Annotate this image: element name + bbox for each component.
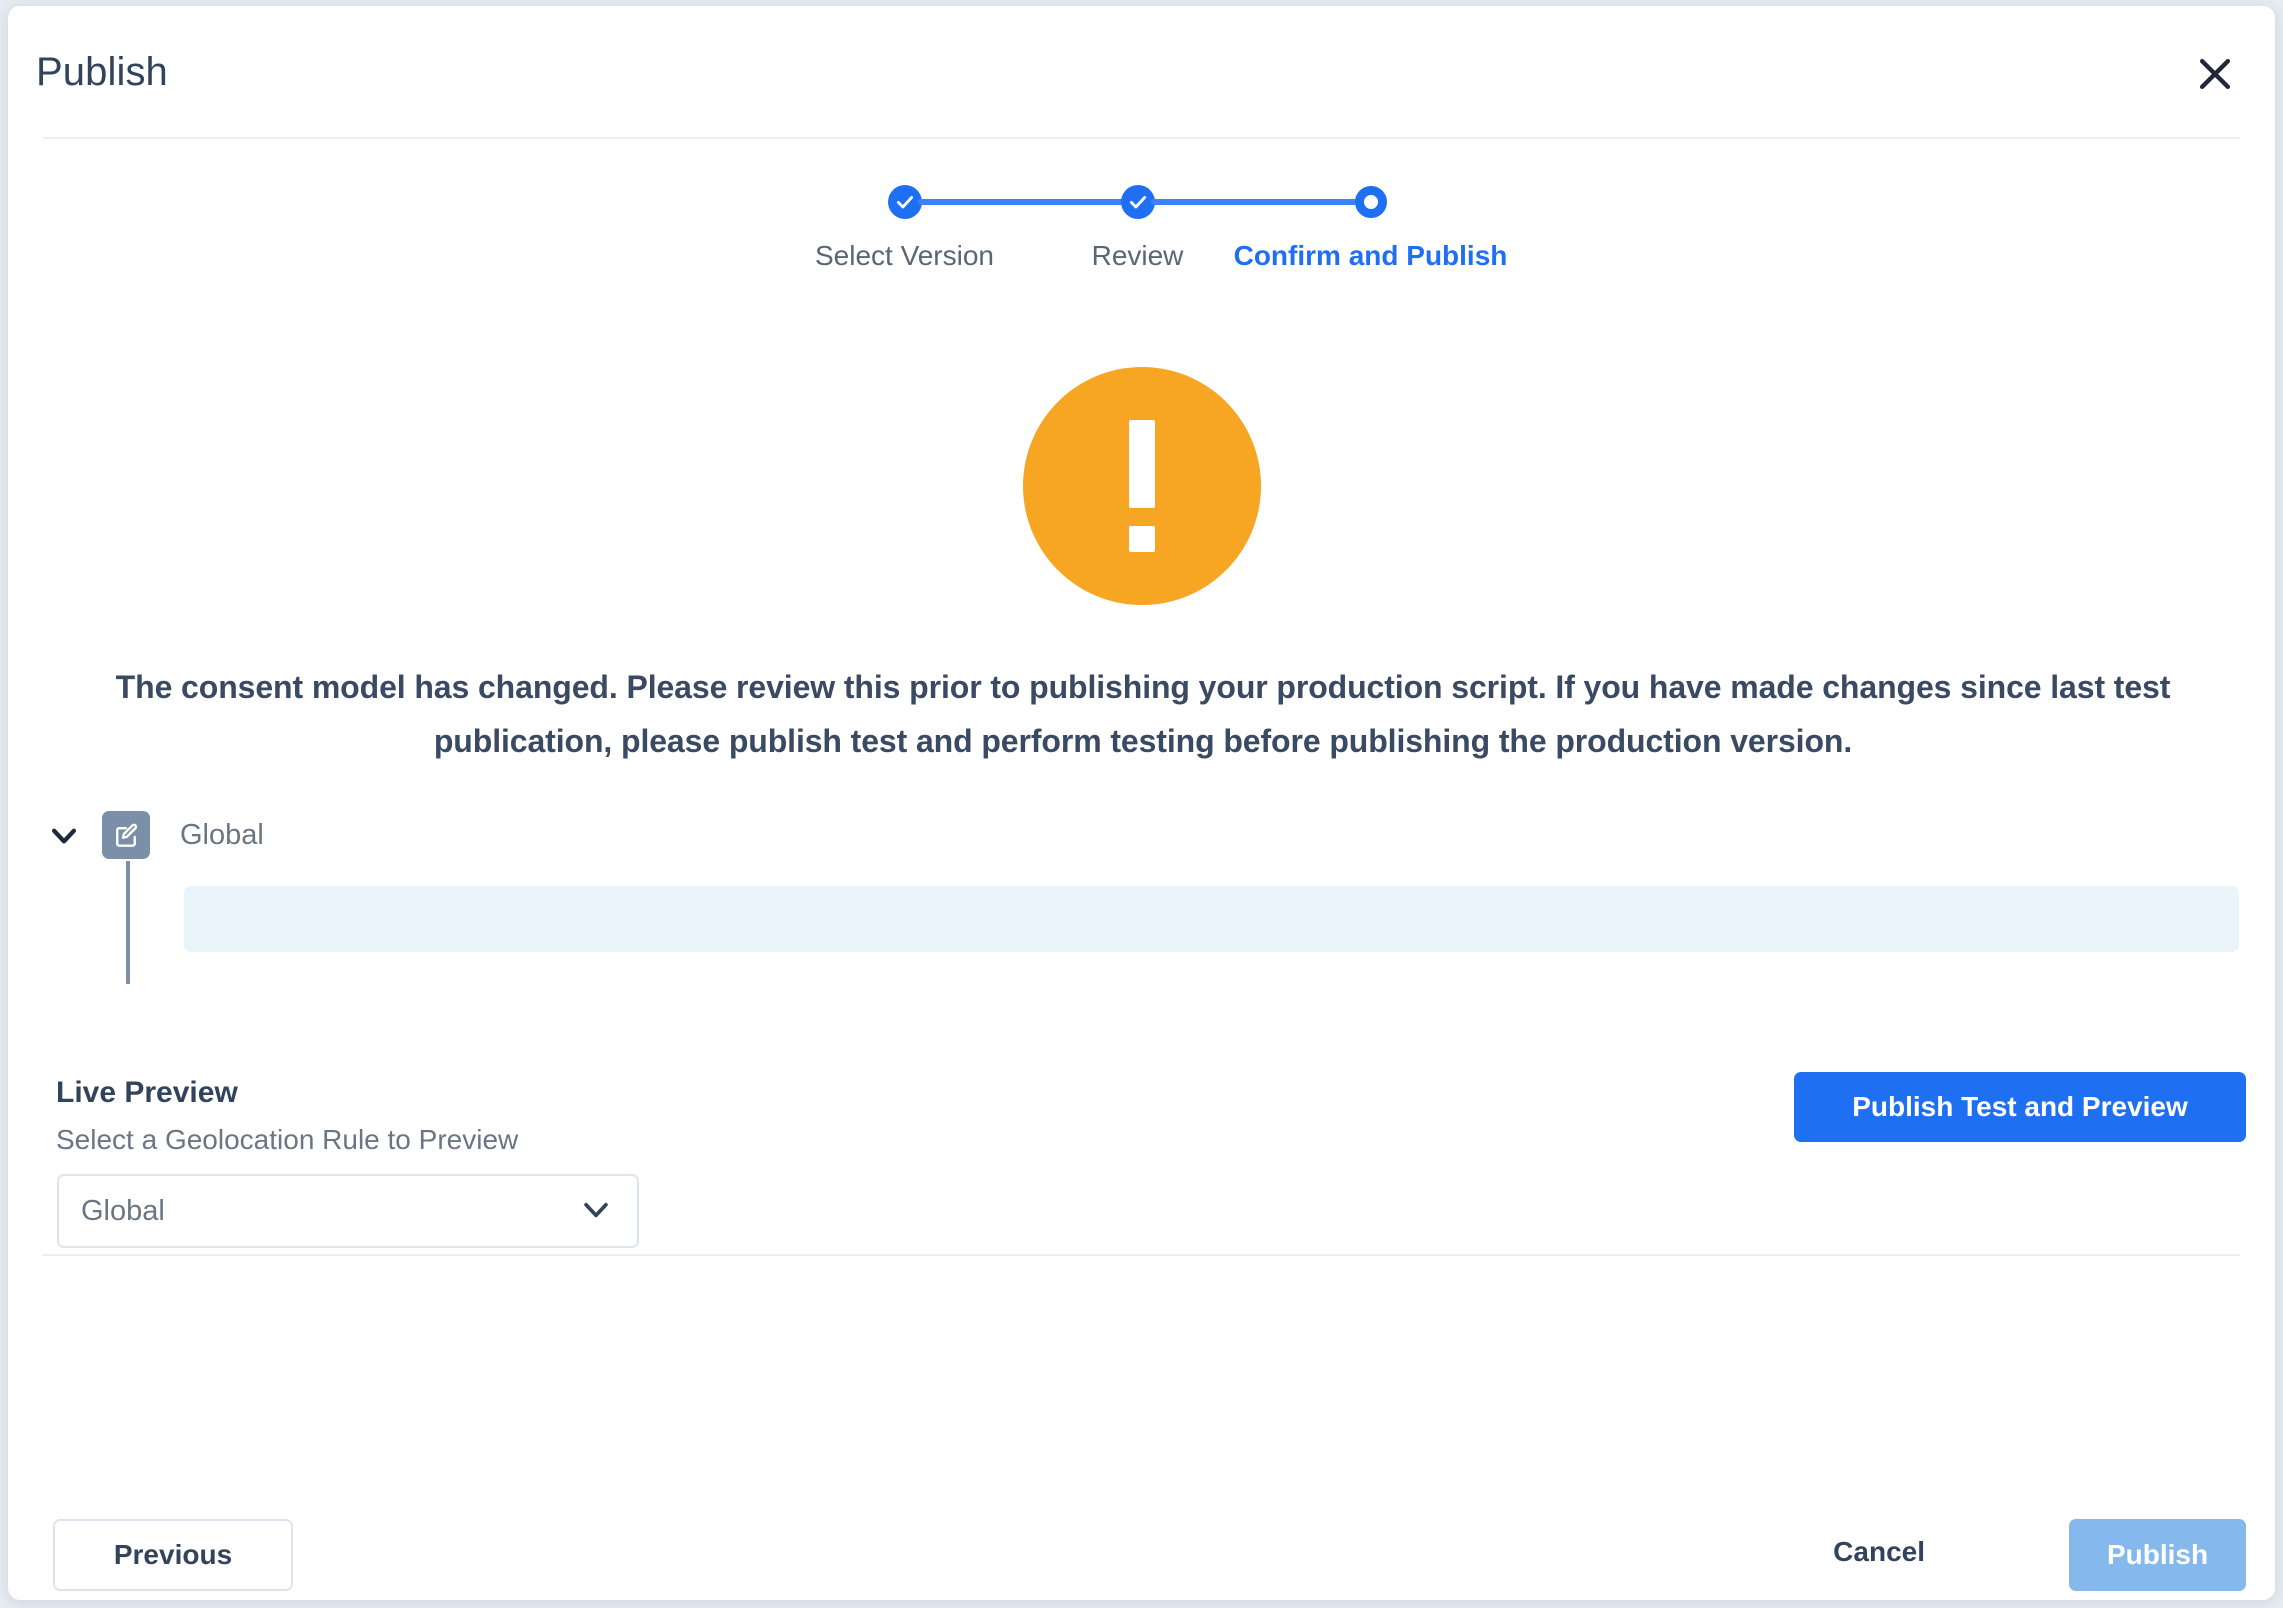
geolocation-rule-select[interactable]: Global [57,1174,639,1248]
dialog-header: Publish [8,6,2275,137]
cancel-button[interactable]: Cancel [1833,1536,1925,1568]
rule-content-placeholder [184,886,2239,952]
geolocation-rule-select-value: Global [81,1194,165,1227]
publish-stepper: Select Version Review Confirm and Publis… [8,184,2275,272]
step-label-select-version: Select Version [815,240,994,271]
publish-test-and-preview-button[interactable]: Publish Test and Preview [1794,1072,2246,1142]
edit-square-icon[interactable] [102,811,150,859]
header-divider [43,137,2240,139]
chevron-down-icon[interactable] [44,815,84,855]
footer-divider [43,1254,2240,1256]
rule-name-label: Global [180,818,264,851]
rule-tree-row: Global [44,811,264,859]
live-preview-title: Live Preview [56,1076,238,1109]
exclamation-circle-icon [1022,367,1261,605]
current-step-ring-icon [1354,186,1387,218]
step-connector-1 [905,184,1138,220]
chevron-down-icon [579,1192,613,1231]
page-title: Publish [36,50,168,94]
publish-button[interactable]: Publish [2069,1519,2246,1591]
step-marker-current [1354,184,1387,220]
previous-button[interactable]: Previous [53,1519,293,1591]
step-label-review: Review [1091,240,1184,271]
tree-connector-line [126,861,130,984]
close-icon [2193,52,2237,96]
step-label-confirm-and-publish: Confirm and Publish [1233,240,1508,271]
alert-message: The consent model has changed. Please re… [115,669,2171,759]
close-button[interactable] [2183,42,2247,106]
alert-icon-container [8,367,2275,605]
step-connector-2 [1138,184,1371,220]
live-preview-subtitle: Select a Geolocation Rule to Preview [56,1124,519,1155]
publish-dialog: Publish Select Version Review Confirm an… [8,6,2275,1600]
